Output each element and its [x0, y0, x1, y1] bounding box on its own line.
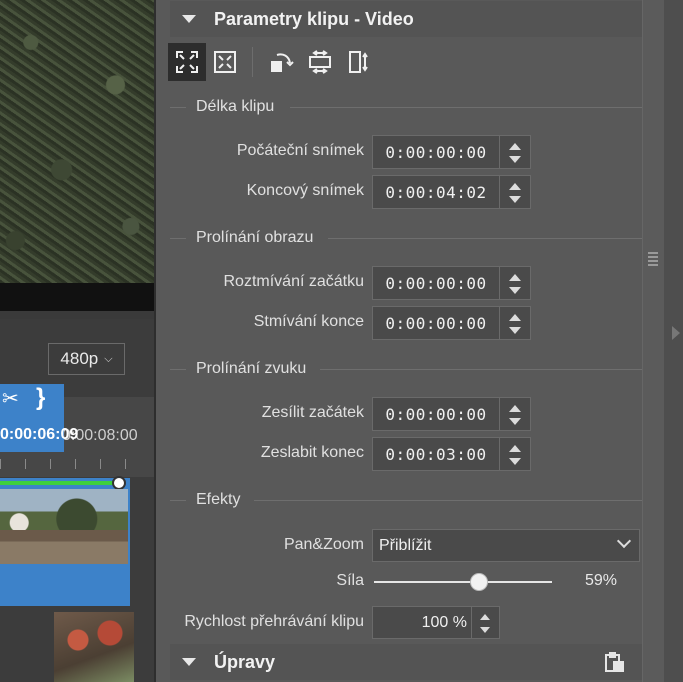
- spin-up-icon[interactable]: [509, 405, 521, 412]
- panel-scrollbar[interactable]: [642, 0, 664, 682]
- spin-down-icon[interactable]: [509, 196, 521, 203]
- collapse-triangle-icon: [182, 15, 196, 23]
- preview-timeline-divider[interactable]: [0, 311, 154, 319]
- strength-slider-track[interactable]: [374, 581, 552, 583]
- video-fade-title: Prolínání obrazu: [196, 229, 314, 246]
- strength-label: Síla: [336, 572, 364, 589]
- group-divider: [290, 107, 642, 108]
- edits-title: Úpravy: [214, 651, 276, 672]
- audio-fade-in-input[interactable]: 0:00:00:00: [372, 397, 500, 431]
- end-frame-spinner[interactable]: [500, 175, 531, 209]
- panzoom-select[interactable]: Přiblížit: [372, 529, 640, 562]
- rotate-icon: [271, 53, 294, 72]
- preview-frame: [0, 0, 154, 283]
- speed-input[interactable]: 100 %: [372, 606, 472, 639]
- playhead-tools: ✂ } 0:00:06:09: [0, 384, 78, 452]
- clip-params-title: Parametry klipu - Video: [214, 8, 414, 29]
- start-frame-label: Počáteční snímek: [236, 142, 364, 159]
- resolution-select[interactable]: 480p ⌵: [48, 343, 125, 375]
- chevron-down-icon: [616, 533, 632, 549]
- resolution-value: 480p: [60, 349, 99, 368]
- preview-letterbox: [0, 283, 154, 311]
- effects-title: Efekty: [196, 491, 241, 508]
- panzoom-label: Pan&Zoom: [283, 536, 364, 553]
- flip-horizontal-icon: [309, 50, 331, 74]
- start-frame-input[interactable]: 0:00:00:00: [372, 135, 500, 169]
- rotate-button[interactable]: [263, 43, 301, 81]
- fade-out-spinner[interactable]: [500, 306, 531, 340]
- flip-vertical-icon: [349, 51, 368, 73]
- speed-label: Rychlost přehrávání klipu: [184, 613, 364, 630]
- strength-value: 59%: [585, 572, 618, 589]
- clipboard-icon[interactable]: [603, 651, 625, 673]
- group-divider: [170, 107, 186, 108]
- fit-frame-icon: [176, 51, 198, 73]
- flip-vertical-button[interactable]: [339, 43, 377, 81]
- side-collapse-strip: [664, 0, 683, 682]
- audio-fade-in-spinner[interactable]: [500, 397, 531, 431]
- spin-down-icon[interactable]: [509, 287, 521, 294]
- clip-length-title: Délka klipu: [196, 98, 275, 115]
- spin-up-icon[interactable]: [509, 143, 521, 150]
- current-time: 0:00:06:09: [0, 426, 79, 443]
- group-divider: [170, 500, 186, 501]
- timeline: 480p ⌵ 0:00:08:00 ✂ } 0:00:06:09: [0, 319, 154, 682]
- spin-down-icon[interactable]: [509, 458, 521, 465]
- transform-toolbar: [168, 42, 377, 82]
- end-frame-label: Koncový snímek: [246, 182, 364, 199]
- group-divider: [328, 238, 642, 239]
- expand-arrow-icon[interactable]: [672, 326, 680, 340]
- fade-out-input[interactable]: 0:00:00:00: [372, 306, 500, 340]
- group-divider: [170, 369, 186, 370]
- group-divider: [170, 238, 186, 239]
- spin-down-icon[interactable]: [509, 156, 521, 163]
- scroll-grip-icon[interactable]: [648, 252, 658, 266]
- ruler-ticks: [0, 459, 130, 469]
- clip-params-header[interactable]: Parametry klipu - Video: [170, 1, 642, 37]
- fit-frame-button[interactable]: [168, 43, 206, 81]
- audio-fade-in-label: Zesílit začátek: [261, 404, 364, 421]
- selected-clip[interactable]: [0, 476, 130, 606]
- fade-in-spinner[interactable]: [500, 266, 531, 300]
- fade-in-label: Roztmívání začátku: [223, 273, 365, 290]
- group-divider: [320, 369, 642, 370]
- clip-thumbnail: [0, 489, 128, 564]
- next-clip-thumbnail[interactable]: [54, 612, 134, 682]
- strength-slider-thumb[interactable]: [470, 573, 489, 591]
- speed-spinner[interactable]: [472, 606, 500, 639]
- fill-frame-icon: [214, 51, 236, 73]
- audio-fade-out-input[interactable]: 0:00:03:00: [372, 437, 500, 471]
- audio-fade-title: Prolínání zvuku: [196, 360, 307, 377]
- audio-fade-out-spinner[interactable]: [500, 437, 531, 471]
- clip-volume-handle[interactable]: [112, 476, 126, 490]
- video-preview: [0, 0, 154, 311]
- spin-up-icon[interactable]: [509, 183, 521, 190]
- flip-horizontal-button[interactable]: [301, 43, 339, 81]
- fade-out-label: Stmívání konce: [253, 313, 364, 330]
- group-divider: [254, 500, 642, 501]
- fill-frame-button[interactable]: [206, 43, 244, 81]
- spin-up-icon[interactable]: [509, 314, 521, 321]
- audio-fade-out-label: Zeslabit konec: [260, 444, 364, 461]
- panzoom-value: Přiblížit: [379, 536, 432, 554]
- spin-down-icon[interactable]: [480, 627, 490, 633]
- spin-down-icon[interactable]: [509, 418, 521, 425]
- spin-up-icon[interactable]: [509, 445, 521, 452]
- spin-up-icon[interactable]: [480, 614, 490, 620]
- chevron-down-icon: ⌵: [104, 352, 113, 365]
- spin-up-icon[interactable]: [509, 274, 521, 281]
- collapse-triangle-icon: [182, 658, 196, 666]
- fade-in-input[interactable]: 0:00:00:00: [372, 266, 500, 300]
- closing-brace-icon[interactable]: }: [36, 384, 45, 412]
- scissors-icon[interactable]: ✂: [2, 386, 19, 411]
- spin-down-icon[interactable]: [509, 327, 521, 334]
- start-frame-spinner[interactable]: [500, 135, 531, 169]
- toolbar-separator: [252, 47, 253, 77]
- edits-header[interactable]: Úpravy: [170, 644, 642, 680]
- clip-volume-line[interactable]: [0, 481, 120, 485]
- end-frame-input[interactable]: 0:00:04:02: [372, 175, 500, 209]
